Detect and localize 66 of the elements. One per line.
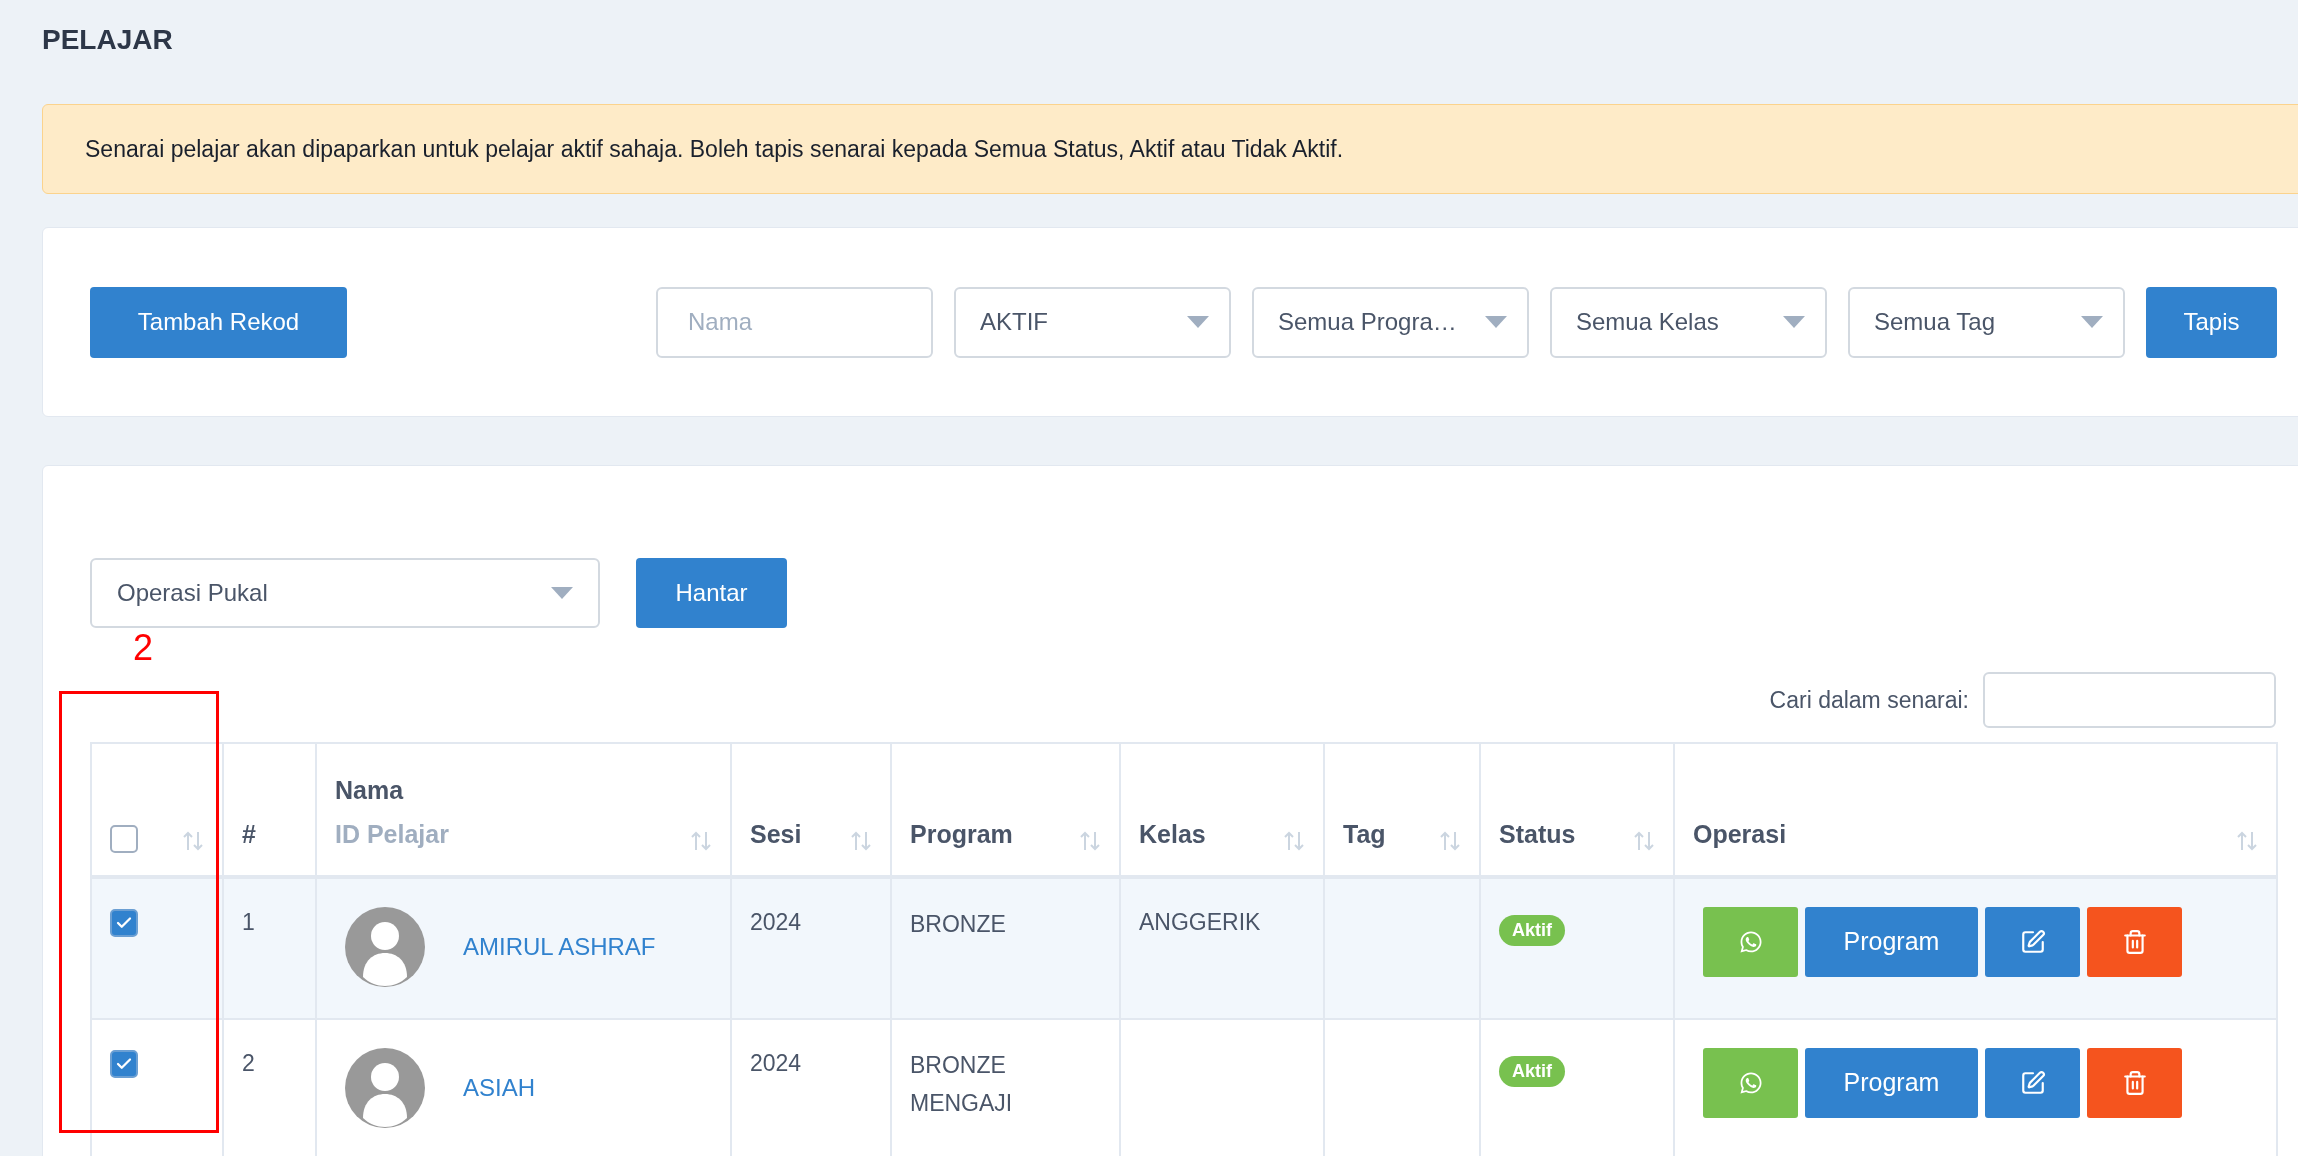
column-header: Sesi [750, 818, 802, 850]
table-cell: 2024 [750, 1050, 802, 1076]
sort-icon[interactable] [182, 829, 204, 853]
search-field[interactable] [1983, 672, 2276, 728]
filter-select[interactable]: Semua Tag [1848, 286, 2125, 358]
name-field[interactable]: Nama [656, 286, 933, 358]
column-header: Tag [1343, 818, 1386, 850]
notice-banner: Senarai pelajar akan dipaparkan untuk pelajar aktif sahaja. Boleh tapis senarai kepada Semua Status, Aktif atau Tidak Aktif. [42, 104, 2298, 194]
edit-button[interactable] [1985, 907, 2080, 977]
status-badge: Aktif [1499, 1056, 1565, 1087]
edit-icon [2019, 929, 2046, 955]
program-button[interactable]: Program [1805, 1048, 1978, 1118]
sort-icon[interactable] [690, 829, 712, 853]
sort-icon[interactable] [1283, 829, 1305, 853]
table-cell-text: BRONZE [910, 910, 1007, 939]
caret-icon [1485, 316, 1507, 328]
column-header: Status [1499, 818, 1576, 850]
whatsapp-icon [1738, 930, 1763, 954]
column-header: # [242, 818, 256, 850]
student-name-link[interactable]: AMIRUL ASHRAF [463, 929, 656, 965]
delete-button[interactable] [2087, 907, 2182, 977]
avatar-icon [345, 1048, 425, 1128]
delete-button[interactable] [2087, 1048, 2182, 1118]
status-badge: Aktif [1499, 915, 1565, 946]
filter-select[interactable]: Semua Kelas [1550, 286, 1827, 358]
column-header: Operasi [1693, 818, 1787, 850]
row-number: 1 [242, 909, 255, 935]
edit-button[interactable] [1985, 1048, 2080, 1118]
trash-icon [2121, 1070, 2148, 1096]
sort-icon[interactable] [850, 829, 872, 853]
sort-icon[interactable] [1079, 829, 1101, 853]
avatar-icon [345, 907, 425, 987]
column-header: Program [910, 818, 1013, 850]
submit-button[interactable]: Hantar [636, 558, 787, 628]
whatsapp-button[interactable] [1703, 1048, 1798, 1118]
bulk-action-select[interactable]: Operasi Pukal [90, 558, 600, 628]
filter-button[interactable]: Tapis [2146, 286, 2277, 358]
table-cell: ANGGERIK [1139, 909, 1261, 935]
filter-select[interactable]: AKTIF [954, 286, 1231, 358]
caret-icon [2081, 316, 2103, 328]
checkbox[interactable] [110, 1050, 138, 1078]
sort-icon[interactable] [1439, 829, 1461, 853]
checkbox[interactable] [110, 909, 138, 937]
table-cell-text: BRONZE MENGAJI [910, 1051, 1014, 1118]
student-name-link[interactable]: ASIAH [463, 1070, 536, 1106]
sort-icon[interactable] [1633, 829, 1655, 853]
trash-icon [2121, 929, 2148, 955]
caret-icon [551, 587, 573, 599]
caret-icon [1783, 316, 1805, 328]
column-header: Kelas [1139, 818, 1206, 850]
page-title: PELAJAR [42, 23, 174, 57]
column-header: Nama [335, 775, 405, 806]
whatsapp-icon [1738, 1071, 1763, 1095]
sort-icon[interactable] [2236, 829, 2258, 853]
filter-select[interactable]: Semua Progra… [1252, 286, 1529, 358]
caret-icon [1187, 316, 1209, 328]
table-cell: 2024 [750, 909, 802, 935]
search-label: Cari dalam senarai: [1769, 685, 1969, 715]
column-subheader: ID Pelajar [335, 818, 449, 850]
annotation-label: 2 [133, 630, 154, 666]
row-number: 2 [242, 1050, 255, 1076]
edit-icon [2019, 1070, 2046, 1096]
program-button[interactable]: Program [1805, 907, 1978, 977]
checkbox[interactable] [110, 825, 138, 853]
add-record-button[interactable]: Tambah Rekod [90, 286, 347, 358]
whatsapp-button[interactable] [1703, 907, 1798, 977]
